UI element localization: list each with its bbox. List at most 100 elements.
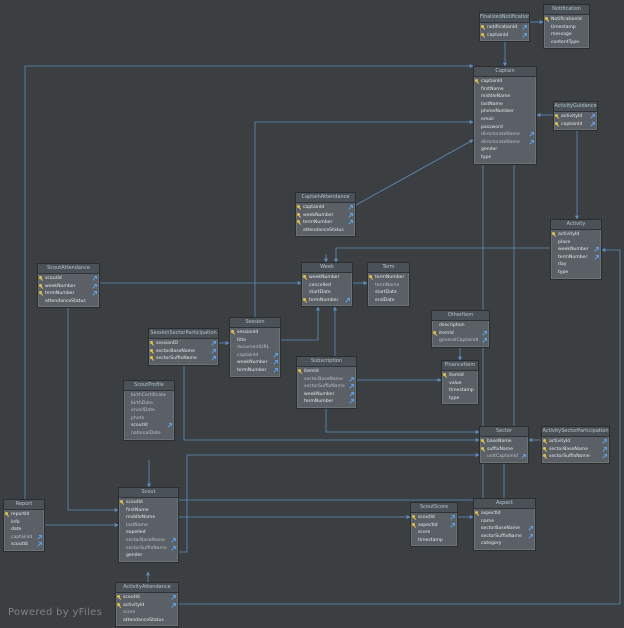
field-row[interactable]: sectorBaseName (474, 525, 535, 533)
entity-term[interactable]: Term termNumber termName startDate endDate (367, 262, 410, 308)
field-row[interactable]: type (474, 154, 536, 162)
field-row[interactable]: activityId (551, 231, 601, 239)
field-row[interactable]: termNumber (302, 297, 352, 305)
field-row[interactable]: itemId (432, 330, 489, 338)
field-row[interactable]: email (474, 116, 536, 124)
entity-report[interactable]: Report reportId info date captainId scoutId (3, 499, 45, 552)
field-row[interactable]: weekNumber (297, 391, 356, 399)
field-row[interactable]: birthDate (124, 400, 174, 408)
field-row[interactable]: captainId (4, 534, 44, 542)
field-row[interactable]: category (474, 540, 535, 548)
field-row[interactable]: scoutId (4, 541, 44, 549)
field-row[interactable]: captainId (554, 121, 597, 129)
entity-activity-sector-participation[interactable]: ActivitySectorParticipation activityId sec… (541, 426, 610, 464)
entity-activity[interactable]: Activity activityId place weekNumber termNum… (550, 219, 602, 280)
field-row[interactable]: firstName (474, 86, 536, 94)
field-row[interactable]: lastName (474, 101, 536, 109)
field-row[interactable]: startDate (302, 289, 352, 297)
field-row[interactable]: reportId (4, 511, 44, 519)
field-row[interactable]: scoutId (38, 275, 99, 283)
field-row[interactable]: generalCaptainId (432, 337, 489, 345)
field-row[interactable]: baseName (480, 438, 528, 446)
field-row[interactable]: nationalDate (124, 430, 174, 438)
field-row[interactable]: place (551, 239, 601, 247)
field-row[interactable]: scoutId (116, 594, 178, 602)
field-row[interactable]: sectorBaseName (542, 446, 609, 454)
field-row[interactable]: attendanceStatus (116, 617, 178, 625)
field-row[interactable]: gender (119, 552, 178, 560)
entity-notification[interactable]: Notification NotificationId timestamp messa… (543, 4, 590, 50)
field-row[interactable]: info (4, 519, 44, 527)
field-row[interactable]: photo (124, 415, 174, 423)
field-row[interactable]: scoutId (119, 499, 178, 507)
field-row[interactable]: notificationId (480, 24, 529, 32)
field-row[interactable]: timestamp (411, 537, 457, 545)
field-row[interactable]: cancelled (302, 282, 352, 290)
field-row[interactable]: sectorSuffixName (119, 545, 178, 553)
field-row[interactable]: sectorBaseName (297, 376, 356, 384)
field-row[interactable]: middleName (474, 93, 536, 101)
field-row[interactable]: activityId (116, 602, 178, 610)
field-row[interactable]: captainId (230, 352, 280, 360)
field-row[interactable]: aspectId (411, 522, 457, 530)
field-row[interactable]: password (474, 124, 536, 132)
field-row[interactable]: sessionID (149, 340, 218, 348)
field-row[interactable]: timestamp (442, 387, 478, 395)
field-row[interactable]: termNumber (230, 367, 280, 375)
entity-activity-attendance[interactable]: ActivityAttendance scoutId activityId score… (115, 582, 179, 628)
entity-subscription[interactable]: Subscription itemId sectorBaseName sectorSu… (296, 356, 357, 409)
field-row[interactable]: startDate (368, 289, 409, 297)
field-row[interactable]: middleName (119, 514, 178, 522)
entity-activity-guidance[interactable]: ActivityGuidance activityId captainId (553, 101, 598, 132)
field-row[interactable]: captainId (474, 78, 536, 86)
field-row[interactable]: suffixName (480, 446, 528, 454)
field-row[interactable]: termName (368, 282, 409, 290)
field-row[interactable]: weekNumber (551, 246, 601, 254)
entity-otherltem[interactable]: Otherltem description itemId generalCaptain… (431, 310, 490, 348)
field-row[interactable]: sectorSuffixName (149, 355, 218, 363)
field-row[interactable]: score (411, 529, 457, 537)
field-row[interactable]: contentType (544, 39, 589, 47)
entity-scout-score[interactable]: ScoutScore scoutId aspectId score timestamp (410, 502, 458, 548)
field-row[interactable]: day (551, 261, 601, 269)
field-row[interactable]: documentURL (230, 344, 280, 352)
field-row[interactable]: attendanceStatus (296, 227, 355, 235)
field-row[interactable]: enrollDate (124, 407, 174, 415)
field-row[interactable]: sessionId (230, 329, 280, 337)
field-row[interactable]: phoneNumber (474, 108, 536, 116)
field-row[interactable]: value (442, 380, 478, 388)
field-row[interactable]: type (442, 395, 478, 403)
entity-captain-attendance[interactable]: CaptainAttendance captainId weekNumber term… (295, 192, 356, 238)
field-row[interactable]: scoutId (124, 422, 174, 430)
field-row[interactable]: sectorBaseName (119, 537, 178, 545)
field-row[interactable]: directorateName (474, 139, 536, 147)
field-row[interactable]: weekNumber (230, 359, 280, 367)
entity-sector[interactable]: Sector baseName suffixName unitCaptainId (479, 426, 529, 464)
field-row[interactable]: itemId (297, 368, 356, 376)
field-row[interactable]: termNumber (368, 274, 409, 282)
entity-week[interactable]: Week weekNumber cancelled startDate termNumb… (301, 262, 353, 308)
entity-scout[interactable]: Scout scoutId firstName middleName lastName e… (118, 487, 179, 563)
field-row[interactable]: termNumber (551, 254, 601, 262)
field-row[interactable]: termNumber (38, 290, 99, 298)
entity-session-sector-participation[interactable]: SessionSectorParticipation sessionID secto… (148, 328, 219, 366)
field-row[interactable]: scoutId (411, 514, 457, 522)
field-row[interactable]: sectorSuffixName (474, 533, 535, 541)
field-row[interactable]: timestamp (544, 24, 589, 32)
field-row[interactable]: date (4, 526, 44, 534)
field-row[interactable]: attendanceStatus (38, 298, 99, 306)
field-row[interactable]: description (432, 322, 489, 330)
field-row[interactable]: weekNumber (302, 274, 352, 282)
field-row[interactable]: score (116, 609, 178, 617)
field-row[interactable]: termNumber (296, 219, 355, 227)
field-row[interactable]: aspectId (474, 510, 535, 518)
field-row[interactable]: weekNumber (296, 212, 355, 220)
field-row[interactable]: firstName (119, 507, 178, 515)
field-row[interactable]: gender (474, 146, 536, 154)
field-row[interactable]: birthCertificate (124, 392, 174, 400)
field-row[interactable]: title (230, 337, 280, 345)
field-row[interactable]: NotificationId (544, 16, 589, 24)
field-row[interactable]: termNumber (297, 398, 356, 406)
field-row[interactable]: weekNumber (38, 283, 99, 291)
field-row[interactable]: sectorSuffixName (297, 383, 356, 391)
